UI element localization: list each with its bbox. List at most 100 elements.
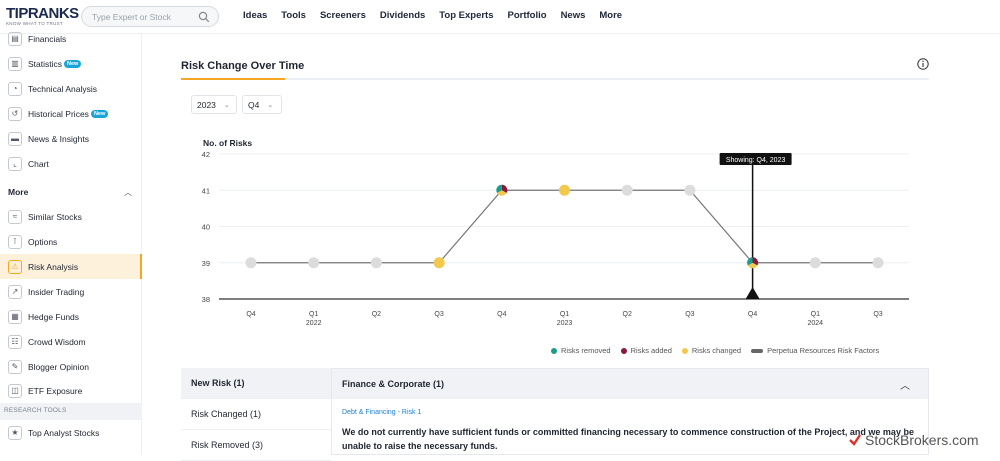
sidebar-item-label: Similar Stocks	[28, 211, 82, 222]
sidebar-item-label: Insider Trading	[28, 286, 85, 297]
y-axis-label: No. of Risks	[203, 138, 252, 148]
sidebar-item-blogger-opinion[interactable]: ✎ Blogger Opinion	[0, 354, 142, 379]
statistics-icon: ▥	[8, 56, 22, 71]
nav-ideas[interactable]: Ideas	[243, 10, 267, 21]
main-nav: Ideas Tools Screeners Dividends Top Expe…	[243, 10, 636, 21]
chart-icon: ⌞	[8, 156, 22, 171]
sidebar-item-chart[interactable]: ⌞ Chart	[0, 151, 142, 176]
data-point	[245, 257, 257, 269]
data-point	[559, 184, 570, 196]
sidebar-item-label: Risk Analysis	[28, 261, 79, 272]
legend-added-swatch	[620, 347, 627, 354]
legend-changed-swatch	[681, 347, 688, 354]
sidebar-item-etf-exposure[interactable]: ◫ ETF Exposure	[0, 378, 142, 403]
options-icon: ⊺	[8, 234, 22, 249]
nav-news[interactable]: News	[561, 10, 586, 21]
nav-screeners[interactable]: Screeners	[320, 10, 366, 21]
sidebar-item-label: News & Insights	[28, 133, 89, 144]
x-tick-label: Q4	[748, 311, 757, 318]
x-tick-label: Q2	[623, 311, 632, 318]
nav-dividends[interactable]: Dividends	[380, 10, 425, 21]
risk-description: We do not currently have sufficient fund…	[342, 427, 914, 451]
chevron-up-icon[interactable]: ︿	[124, 187, 132, 198]
data-point	[872, 257, 884, 269]
legend-changed-label: Risks changed	[691, 346, 742, 355]
search-input[interactable]: Type Expert or Stock	[81, 6, 219, 27]
legend-removed-swatch	[551, 347, 557, 354]
title-underline	[181, 78, 285, 80]
research-tools-title: RESEARCH TOOLS	[4, 407, 67, 414]
new-badge: New	[64, 59, 82, 68]
quarter-select[interactable]: Q4 ⌄	[242, 95, 282, 114]
nav-top-experts[interactable]: Top Experts	[439, 10, 493, 21]
legend-factors-label: Perpetua Resources Risk Factors	[767, 346, 880, 355]
sidebar-item-news-insights[interactable]: ▬ News & Insights	[0, 126, 142, 151]
sidebar: ▤ Financials ▥ Statistics New ◔ Technica…	[0, 31, 142, 455]
similar-icon: ≈	[8, 209, 22, 224]
sidebar-item-technical-analysis[interactable]: ◔ Technical Analysis	[0, 76, 142, 101]
x-year-label: 2024	[808, 320, 824, 327]
sidebar-item-label: Financials	[28, 33, 67, 44]
risk-category-link[interactable]: Debt & Financing - Risk 1	[342, 409, 421, 416]
tab-risk-changed[interactable]: Risk Changed (1)	[181, 399, 331, 430]
warning-icon: ⚠	[8, 259, 22, 274]
y-tick-label: 39	[202, 259, 210, 268]
info-icon[interactable]	[917, 58, 929, 70]
nav-portfolio[interactable]: Portfolio	[508, 10, 547, 21]
sidebar-item-statistics[interactable]: ▥ Statistics New	[0, 51, 142, 76]
new-badge: New	[90, 109, 109, 118]
sidebar-item-label: Crowd Wisdom	[28, 336, 86, 347]
nav-more[interactable]: More	[599, 10, 622, 21]
data-point	[433, 257, 445, 269]
chevron-down-icon: ⌄	[267, 101, 274, 109]
x-year-label: 2023	[557, 320, 573, 327]
watermark-text: StockBrokers.com	[865, 432, 979, 448]
page-title: Risk Change Over Time	[181, 60, 305, 72]
y-tick-label: 41	[202, 186, 210, 195]
selected-marker-arrow	[745, 287, 760, 299]
accordion-header[interactable]: Finance & Corporate (1) ︿	[332, 369, 928, 399]
sidebar-item-crowd-wisdom[interactable]: ☷ Crowd Wisdom	[0, 329, 142, 354]
research-tools-header: RESEARCH TOOLS	[0, 403, 142, 420]
sidebar-item-top-analyst-stocks[interactable]: ★ Top Analyst Stocks	[0, 420, 142, 445]
tab-new-risk[interactable]: New Risk (1)	[181, 368, 331, 399]
year-value: 2023	[197, 99, 216, 110]
legend-removed-label: Risks removed	[561, 346, 611, 355]
sidebar-item-similar-stocks[interactable]: ≈ Similar Stocks	[0, 204, 142, 229]
sidebar-item-risk-analysis[interactable]: ⚠ Risk Analysis	[0, 254, 142, 279]
data-point	[370, 257, 382, 269]
more-section-header[interactable]: More ︿	[0, 182, 142, 202]
insider-icon: ↗	[8, 284, 22, 299]
x-tick-label: Q4	[246, 311, 255, 318]
tab-label: Risk Removed (3)	[191, 440, 264, 450]
accordion-title: Finance & Corporate (1)	[342, 379, 445, 389]
x-tick-label: Q3	[434, 311, 443, 318]
sidebar-item-insider-trading[interactable]: ↗ Insider Trading	[0, 279, 142, 304]
finance-corporate-accordion: Finance & Corporate (1) ︿ Debt & Financi…	[331, 368, 929, 455]
sidebar-item-financials[interactable]: ▤ Financials	[0, 26, 142, 51]
tab-risk-removed[interactable]: Risk Removed (3)	[181, 430, 331, 461]
x-year-label: 2022	[306, 320, 322, 327]
more-section-title: More	[8, 187, 29, 197]
sidebar-item-label: Statistics	[28, 58, 63, 69]
tab-label: New Risk (1)	[191, 378, 245, 388]
sidebar-item-label: Chart	[28, 158, 49, 169]
year-select[interactable]: 2023 ⌄	[191, 95, 237, 114]
chevron-up-icon[interactable]: ︿	[900, 377, 910, 392]
x-tick-label: Q3	[685, 311, 694, 318]
blogger-icon: ✎	[8, 359, 22, 374]
risk-chart[interactable]: No. of Risks 38 39 40 41 42 Q4 Q1 2022 Q2 Q3 Q4 Q1 20…	[181, 130, 929, 330]
news-icon: ▬	[8, 131, 22, 146]
sidebar-item-label: Blogger Opinion	[28, 361, 89, 372]
y-tick-label: 40	[202, 223, 210, 232]
y-tick-label: 42	[202, 150, 210, 159]
legend-added-label: Risks added	[630, 346, 672, 355]
sidebar-item-options[interactable]: ⊺ Options	[0, 229, 142, 254]
legend-factors-swatch	[751, 348, 764, 353]
sidebar-item-historical-prices[interactable]: ↺ Historical Prices New	[0, 101, 142, 126]
nav-tools[interactable]: Tools	[281, 10, 306, 21]
top-navigation: TIPRANKS KNOW WHAT TO TRUST Type Expert …	[0, 0, 1000, 34]
hedge-icon: ▦	[8, 309, 22, 324]
sidebar-item-hedge-funds[interactable]: ▦ Hedge Funds	[0, 304, 142, 329]
search-icon[interactable]	[198, 11, 210, 23]
